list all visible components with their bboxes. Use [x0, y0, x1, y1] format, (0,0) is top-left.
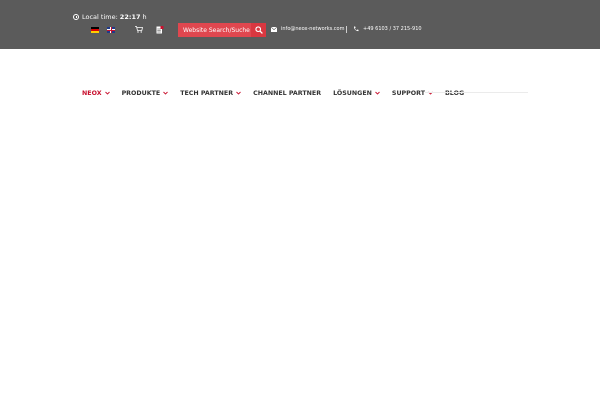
nav-item-label: LÖSUNGEN	[333, 89, 372, 97]
chevron-down-icon	[375, 91, 380, 95]
contact-phone[interactable]: +49 6103 / 37 215-910	[353, 26, 422, 32]
nav-item-support[interactable]: SUPPORT	[392, 90, 433, 97]
nav-item-label: CHANNEL PARTNER	[253, 89, 322, 97]
local-time-label: Local time:	[82, 13, 118, 21]
chevron-down-icon	[104, 91, 110, 95]
search-button[interactable]	[251, 23, 266, 37]
envelope-icon	[271, 26, 277, 32]
local-time-value: 22:17	[119, 13, 141, 21]
email-text: info@neox-networks.com	[281, 26, 345, 32]
chevron-down-icon	[163, 91, 169, 95]
main-navigation: NEOX PRODUKTE TECH PARTNER CHANNEL PARTN…	[82, 87, 476, 99]
nav-item-tech-partner[interactable]: TECH PARTNER	[180, 90, 241, 97]
contact-divider	[346, 26, 347, 33]
search-icon	[254, 26, 263, 34]
cart-icon[interactable]	[135, 26, 143, 33]
nav-item-label: TECH PARTNER	[180, 89, 234, 97]
chevron-down-icon	[236, 91, 241, 95]
site-search	[178, 23, 266, 37]
nav-item-loesungen[interactable]: LÖSUNGEN	[333, 90, 380, 97]
search-input[interactable]	[178, 23, 251, 37]
nav-item-neox[interactable]: NEOX	[82, 90, 110, 97]
nav-item-blog[interactable]: BLOG	[445, 90, 464, 97]
nav-item-produkte[interactable]: PRODUKTE	[122, 90, 169, 97]
clock-icon	[73, 14, 79, 20]
nav-item-label: SUPPORT	[391, 89, 425, 97]
nav-item-label: BLOG	[445, 89, 465, 97]
contact-email[interactable]: info@neox-networks.com	[271, 26, 344, 32]
top-bar: Local time: 22:17 h info	[0, 0, 600, 49]
phone-text: +49 6103 / 37 215-910	[363, 26, 422, 32]
local-time-unit: h	[142, 13, 147, 21]
phone-icon	[353, 26, 359, 32]
pdf-document-icon[interactable]	[156, 26, 164, 34]
nav-divider-line	[425, 92, 528, 93]
nav-item-label: PRODUKTE	[121, 89, 161, 97]
local-time: Local time: 22:17 h	[73, 12, 147, 22]
nav-item-channel-partner[interactable]: CHANNEL PARTNER	[253, 90, 321, 97]
nav-item-label: NEOX	[82, 89, 102, 97]
german-flag-icon[interactable]	[91, 27, 99, 33]
uk-flag-icon[interactable]	[107, 27, 115, 33]
